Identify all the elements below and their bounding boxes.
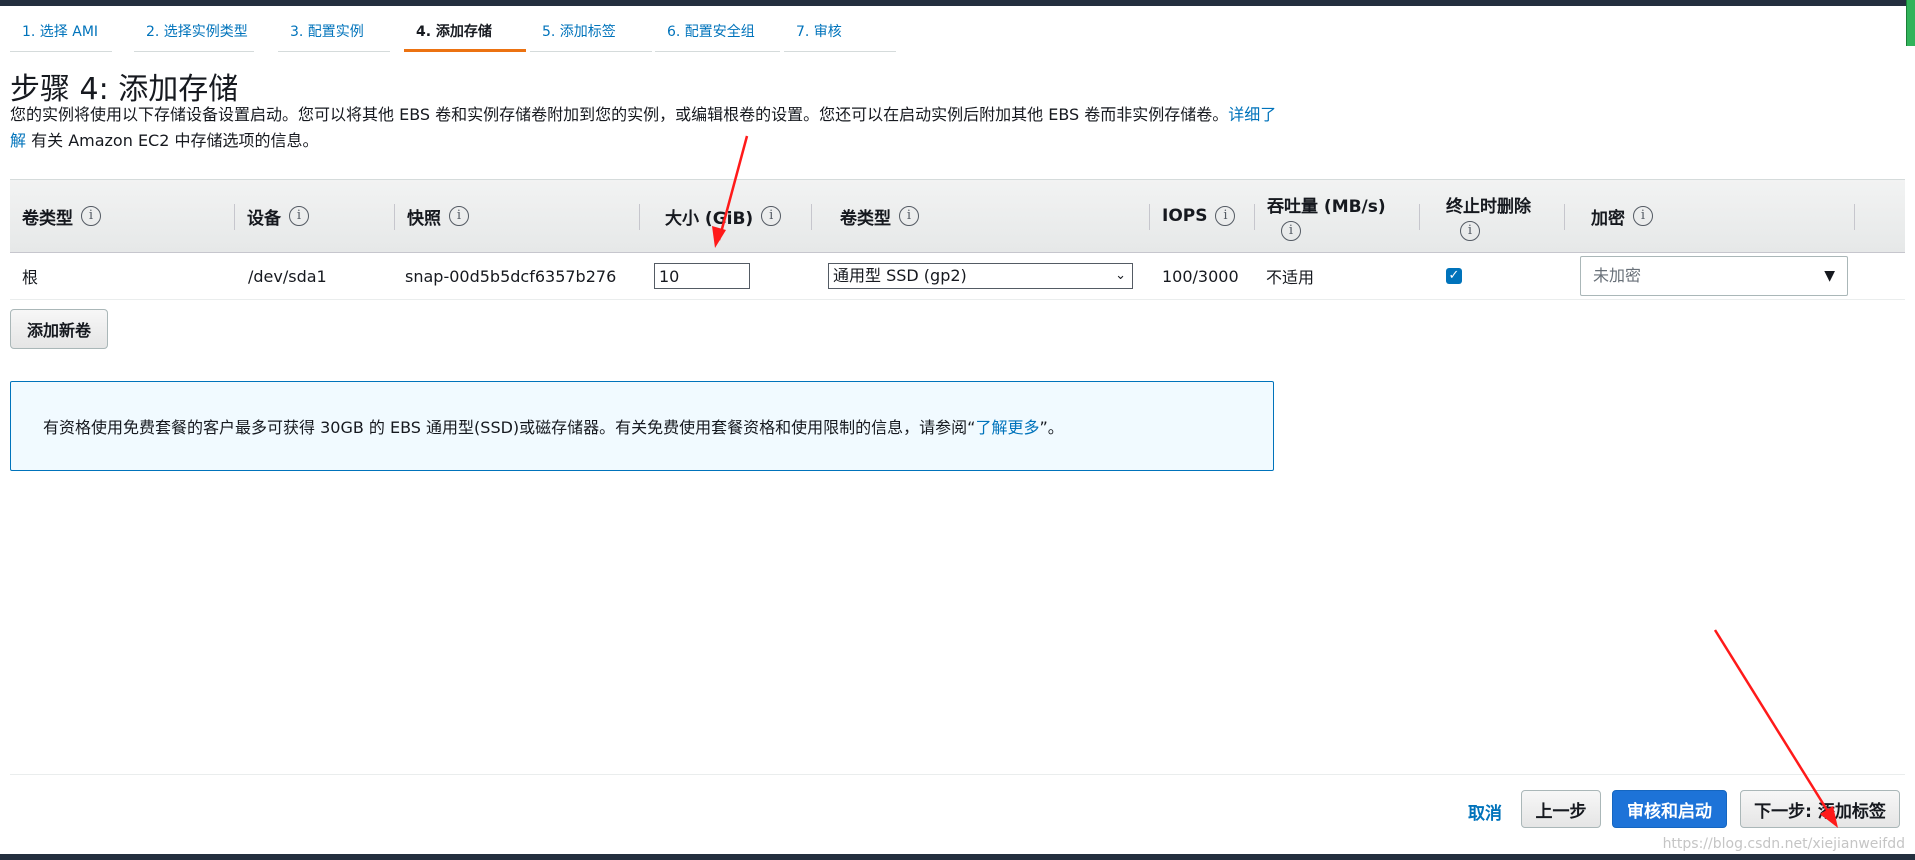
chevron-down-icon: ⌄ <box>1115 268 1126 283</box>
size-input[interactable] <box>654 263 750 289</box>
step-configure-instance[interactable]: 3. 配置实例 <box>278 16 390 52</box>
step-add-tags[interactable]: 5. 添加标签 <box>530 16 652 52</box>
scrollbar[interactable] <box>1906 0 1915 46</box>
info-icon[interactable]: i <box>1460 220 1480 241</box>
header-device: 设备 i <box>235 180 395 252</box>
info-box-text: 有资格使用免费套餐的客户最多可获得 30GB 的 EBS 通用型(SSD)或磁存… <box>43 418 976 437</box>
cell-iops: 100/3000 <box>1162 266 1239 286</box>
description-tail: 有关 Amazon EC2 中存储选项的信息。 <box>31 131 319 150</box>
cell-device: /dev/sda1 <box>248 266 327 286</box>
review-and-launch-button[interactable]: 审核和启动 <box>1612 790 1727 828</box>
step-configure-security-group[interactable]: 6. 配置安全组 <box>655 16 780 52</box>
cell-snapshot: snap-00d5b5dcf6357b276 <box>405 266 617 286</box>
info-icon[interactable]: i <box>81 206 101 226</box>
header-delete-on-termination: 终止时删除 i <box>1420 180 1565 252</box>
info-icon[interactable]: i <box>1633 206 1653 226</box>
info-icon[interactable]: i <box>1281 220 1301 241</box>
cell-throughput: 不适用 <box>1266 268 1315 287</box>
free-tier-info-box: 有资格使用免费套餐的客户最多可获得 30GB 的 EBS 通用型(SSD)或磁存… <box>10 381 1274 471</box>
watermark: https://blog.csdn.net/xiejianweifdd <box>1662 836 1905 852</box>
footer-divider <box>10 774 1905 775</box>
cancel-link[interactable]: 取消 <box>1468 799 1502 824</box>
header-snapshot: 快照 i <box>395 180 640 252</box>
table-header: 卷类型 i 设备 i 快照 i 大小 (GiB) i 卷类型 i IOPS i 吞吐量 (M… <box>10 179 1905 253</box>
header-throughput: 吞吐量 (MB/s) i <box>1255 180 1420 252</box>
cell-delete-on-termination: ✓ <box>1436 253 1462 299</box>
previous-button[interactable]: 上一步 <box>1521 790 1601 828</box>
info-icon[interactable]: i <box>449 206 469 226</box>
cell-encryption: 未加密 ▼ <box>1580 253 1848 299</box>
header-size: 大小 (GiB) i <box>640 180 812 252</box>
step-choose-instance-type[interactable]: 2. 选择实例类型 <box>134 16 254 52</box>
header-encryption: 加密 i <box>1565 180 1855 252</box>
storage-table: 卷类型 i 设备 i 快照 i 大小 (GiB) i 卷类型 i IOPS i 吞吐量 (M… <box>10 179 1905 300</box>
cell-volume-type: 根 <box>22 268 39 287</box>
bottom-bar <box>0 854 1915 860</box>
header-iops: IOPS i <box>1150 180 1255 252</box>
step-review[interactable]: 7. 审核 <box>784 16 896 52</box>
info-box-learn-more-link[interactable]: 了解更多 <box>975 414 1039 438</box>
cell-size <box>654 253 750 299</box>
header-volume-kind: 卷类型 i <box>812 180 1150 252</box>
info-icon[interactable]: i <box>761 206 782 226</box>
info-icon[interactable]: i <box>1215 206 1236 226</box>
encryption-select[interactable]: 未加密 ▼ <box>1580 256 1848 296</box>
page-description: 您的实例将使用以下存储设备设置启动。您可以将其他 EBS 卷和实例存储卷附加到您… <box>10 102 1280 154</box>
step-choose-ami[interactable]: 1. 选择 AMI <box>10 16 112 52</box>
header-volume-type: 卷类型 i <box>10 180 235 252</box>
cell-volume-kind: 通用型 SSD (gp2) ⌄ <box>828 253 1133 299</box>
add-new-volume-button[interactable]: 添加新卷 <box>10 309 108 349</box>
next-add-tags-button[interactable]: 下一步: 添加标签 <box>1740 790 1900 828</box>
top-bar <box>0 0 1915 6</box>
caret-down-icon: ▼ <box>1824 268 1835 284</box>
info-icon[interactable]: i <box>289 206 309 226</box>
description-text: 您的实例将使用以下存储设备设置启动。您可以将其他 EBS 卷和实例存储卷附加到您… <box>10 105 1229 124</box>
volume-type-select[interactable]: 通用型 SSD (gp2) ⌄ <box>828 263 1133 289</box>
info-box-tail: ”。 <box>1039 418 1064 437</box>
step-add-storage[interactable]: 4. 添加存储 <box>404 16 526 52</box>
delete-on-termination-checkbox[interactable]: ✓ <box>1446 268 1462 284</box>
info-icon[interactable]: i <box>899 206 919 226</box>
table-row: 根 /dev/sda1 snap-00d5b5dcf6357b276 通用型 S… <box>10 253 1905 300</box>
